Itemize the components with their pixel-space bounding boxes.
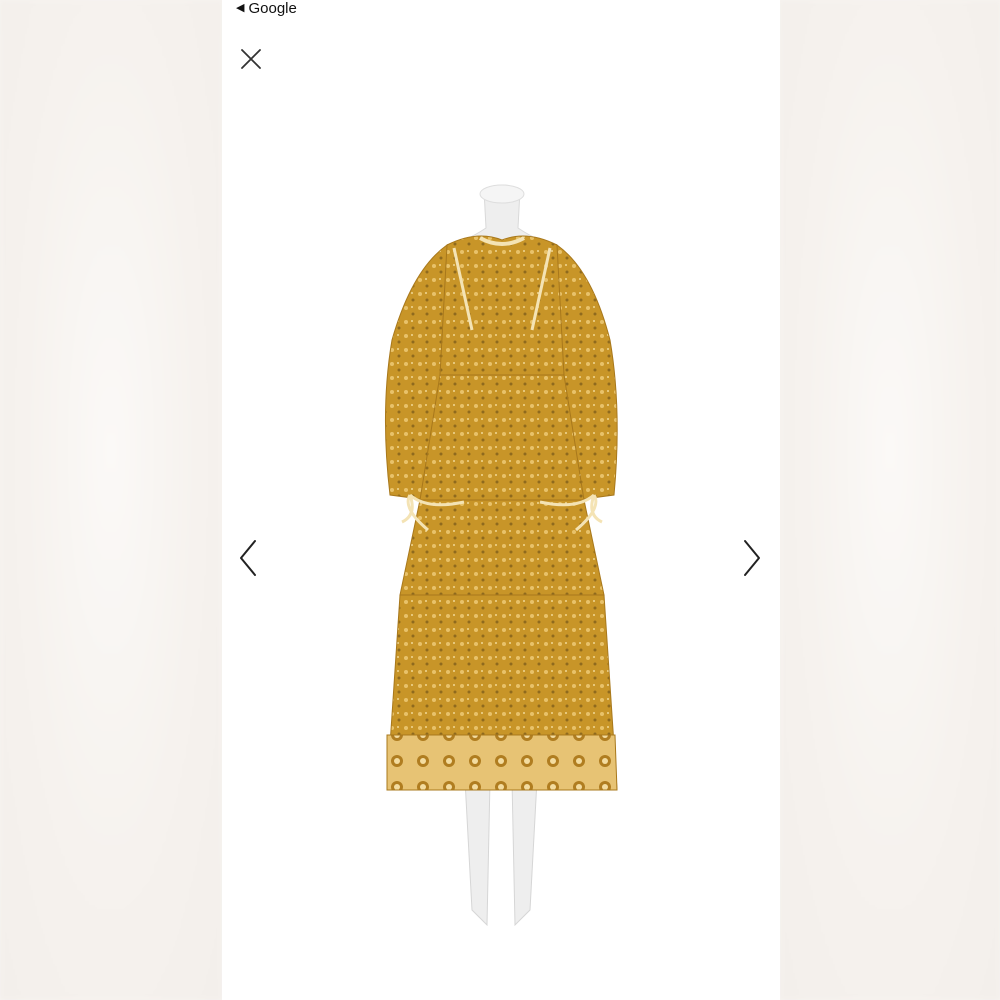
floral-dress [384,235,618,791]
back-to-google-link[interactable]: ◀ Google [236,0,297,18]
blurred-backdrop-left [0,0,222,1000]
back-link-label: Google [248,0,297,17]
chevron-left-icon[interactable] [236,538,260,578]
product-photo [384,184,618,927]
chevron-right-icon[interactable] [740,538,764,578]
image-viewer: ◀ Google [222,0,780,1000]
close-icon[interactable] [238,46,264,72]
back-triangle-icon: ◀ [236,1,245,14]
blurred-backdrop-right [780,0,1000,1000]
